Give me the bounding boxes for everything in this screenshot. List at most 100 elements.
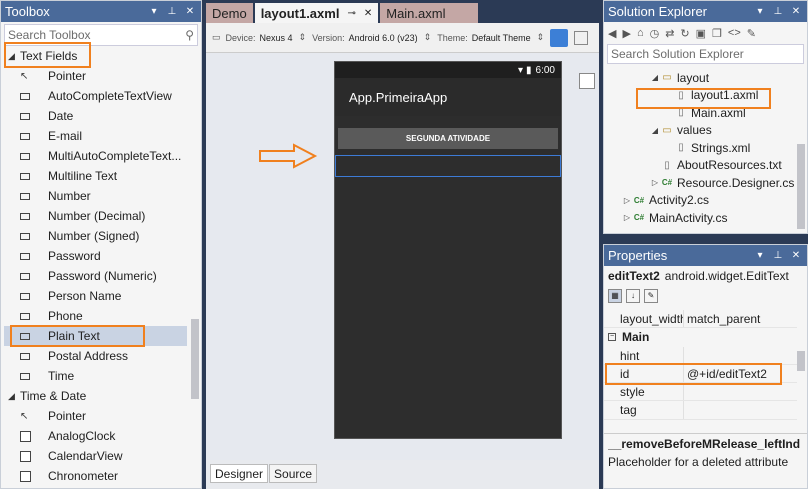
- toolbox-item[interactable]: AnalogClock: [4, 426, 187, 446]
- device-select[interactable]: Nexus 4: [260, 33, 293, 43]
- tab-layout1[interactable]: layout1.axml ⊸ ✕: [254, 3, 379, 23]
- collapsed-triangle-icon[interactable]: ▷: [622, 213, 632, 222]
- toolbox-item[interactable]: Chronometer: [4, 466, 187, 486]
- expanded-triangle-icon[interactable]: ◢: [650, 126, 660, 135]
- phone-time: 6:00: [535, 64, 555, 76]
- pin-icon[interactable]: ⊥: [771, 250, 785, 261]
- property-row[interactable]: layout_width match_parent: [604, 310, 797, 329]
- close-icon[interactable]: ✕: [183, 6, 197, 17]
- tree-item[interactable]: ◢ ▭ values: [604, 122, 797, 140]
- properties-scrollbar[interactable]: [797, 351, 805, 371]
- solution-explorer-header: Solution Explorer ▾ ⊥ ✕: [604, 1, 807, 22]
- toolbox-item[interactable]: ↖ Pointer: [4, 406, 187, 426]
- collapsed-triangle-icon[interactable]: ▷: [650, 178, 660, 187]
- battery-icon: ▮: [526, 64, 532, 76]
- solution-scrollbar[interactable]: [797, 144, 805, 229]
- tree-item[interactable]: ▯ layout1.axml: [604, 87, 797, 105]
- toolbox-item[interactable]: Date: [4, 106, 187, 126]
- properties-title: Properties: [608, 248, 668, 263]
- solution-explorer-panel: Solution Explorer ▾ ⊥ ✕ ◀ ▶ ⌂ ◷ ⇄ ↻ ▣ ❐ …: [603, 0, 808, 234]
- property-row[interactable]: id @+id/editText2: [604, 364, 797, 384]
- toolbox-item[interactable]: MultiAutoCompleteText...: [4, 146, 187, 166]
- toolbox-item[interactable]: Number: [4, 186, 187, 206]
- toolbox-item[interactable]: ↖ Pointer: [4, 66, 187, 86]
- property-row[interactable]: style: [604, 383, 797, 402]
- collapsed-triangle-icon[interactable]: ▷: [622, 196, 632, 205]
- collapse-icon[interactable]: −: [608, 333, 616, 342]
- version-select[interactable]: Android 6.0 (v23): [349, 33, 418, 43]
- property-section[interactable]: − Main: [604, 328, 797, 346]
- toolbox-scrollbar[interactable]: [191, 319, 199, 399]
- tab-main[interactable]: Main.axml: [380, 3, 479, 23]
- toolbox-category[interactable]: ◢ Text Fields: [4, 46, 187, 66]
- close-icon[interactable]: ✕: [364, 8, 372, 19]
- pin-icon[interactable]: ⊥: [771, 6, 785, 17]
- toolbox-item[interactable]: AutoCompleteTextView: [4, 86, 187, 106]
- property-row[interactable]: tag: [604, 401, 797, 420]
- sync-icon[interactable]: ⇄: [665, 27, 674, 40]
- toolbox-item[interactable]: E-mail: [4, 126, 187, 146]
- toolbox-item[interactable]: Plain Text: [4, 326, 187, 346]
- expand-triangle-icon[interactable]: ◢: [8, 391, 20, 402]
- property-value[interactable]: match_parent: [684, 310, 797, 327]
- toolbox-item[interactable]: CalendarView: [4, 446, 187, 466]
- toolbox-item-label: Pointer: [48, 69, 87, 83]
- toolbox-item[interactable]: Phone: [4, 306, 187, 326]
- design-canvas[interactable]: ▾ ▮ 6:00 App.PrimeiraApp SEGUNDA ATIVIDA…: [206, 53, 599, 460]
- tree-item[interactable]: ▯ AboutResources.txt: [604, 157, 797, 175]
- dropdown-icon[interactable]: ▾: [753, 250, 767, 261]
- code-icon[interactable]: <>: [728, 27, 741, 39]
- pin-icon[interactable]: ⊸: [347, 8, 355, 19]
- property-value[interactable]: @+id/editText2: [684, 365, 797, 382]
- property-value[interactable]: [684, 401, 797, 418]
- alphabetical-icon[interactable]: ↓: [626, 289, 640, 303]
- home-icon[interactable]: ⌂: [637, 27, 644, 39]
- toolbox-item[interactable]: Password (Numeric): [4, 266, 187, 286]
- portrait-button[interactable]: [550, 28, 569, 47]
- expanded-triangle-icon[interactable]: ◢: [650, 73, 660, 82]
- close-icon[interactable]: ✕: [789, 6, 803, 17]
- tab-demo[interactable]: Demo: [206, 3, 253, 23]
- theme-select[interactable]: Default Theme: [472, 33, 531, 43]
- property-row[interactable]: hint: [604, 346, 797, 365]
- toolbox-item[interactable]: Postal Address: [4, 346, 187, 366]
- tree-item[interactable]: ◢ ▭ layout: [604, 69, 797, 87]
- dropdown-icon[interactable]: ▾: [147, 6, 161, 17]
- tree-item[interactable]: ▯ Main.axml: [604, 104, 797, 122]
- toolbox-item[interactable]: Password: [4, 246, 187, 266]
- toolbox-search-input[interactable]: Search Toolbox ⚲: [4, 24, 198, 46]
- toolbox-item[interactable]: Multiline Text: [4, 166, 187, 186]
- edit-text-widget[interactable]: [335, 155, 561, 177]
- landscape-button[interactable]: [574, 30, 589, 45]
- solution-search-input[interactable]: Search Solution Explorer: [607, 44, 804, 64]
- tab-source[interactable]: Source: [269, 464, 318, 483]
- close-icon[interactable]: ✕: [789, 250, 803, 261]
- collapse-icon[interactable]: ▣: [696, 27, 706, 40]
- search-icon[interactable]: ⚲: [185, 28, 194, 42]
- toolbox-item[interactable]: Number (Decimal): [4, 206, 187, 226]
- tree-item[interactable]: ▷ C# Activity2.cs: [604, 192, 797, 210]
- tab-designer[interactable]: Designer: [210, 464, 269, 483]
- tree-item[interactable]: ▷ C# Resource.Designer.cs: [604, 174, 797, 192]
- layout-tool-icon[interactable]: [579, 73, 595, 89]
- back-icon[interactable]: ◀: [608, 27, 616, 40]
- toolbox-item[interactable]: Time: [4, 366, 187, 386]
- dropdown-icon[interactable]: ▾: [753, 6, 767, 17]
- property-value[interactable]: [684, 383, 797, 400]
- toolbox-category[interactable]: ◢ Time & Date: [4, 386, 187, 406]
- copy-icon[interactable]: ❐: [712, 27, 722, 40]
- property-value[interactable]: [684, 347, 797, 364]
- expand-triangle-icon[interactable]: ◢: [8, 51, 20, 62]
- tree-item[interactable]: ▷ C# MainActivity.cs: [604, 209, 797, 227]
- segunda-atividade-button[interactable]: SEGUNDA ATIVIDADE: [338, 128, 558, 149]
- pin-icon[interactable]: ⊥: [165, 6, 179, 17]
- toolbox-item[interactable]: Number (Signed): [4, 226, 187, 246]
- wrench-icon[interactable]: ✎: [747, 27, 756, 40]
- categorized-icon[interactable]: ▦: [608, 289, 622, 303]
- forward-icon[interactable]: ▶: [622, 27, 630, 40]
- wrench-icon[interactable]: ✎: [644, 289, 658, 303]
- history-icon[interactable]: ◷: [650, 27, 660, 40]
- refresh-icon[interactable]: ↻: [680, 27, 689, 40]
- tree-item[interactable]: ▯ Strings.xml: [604, 139, 797, 157]
- toolbox-item[interactable]: Person Name: [4, 286, 187, 306]
